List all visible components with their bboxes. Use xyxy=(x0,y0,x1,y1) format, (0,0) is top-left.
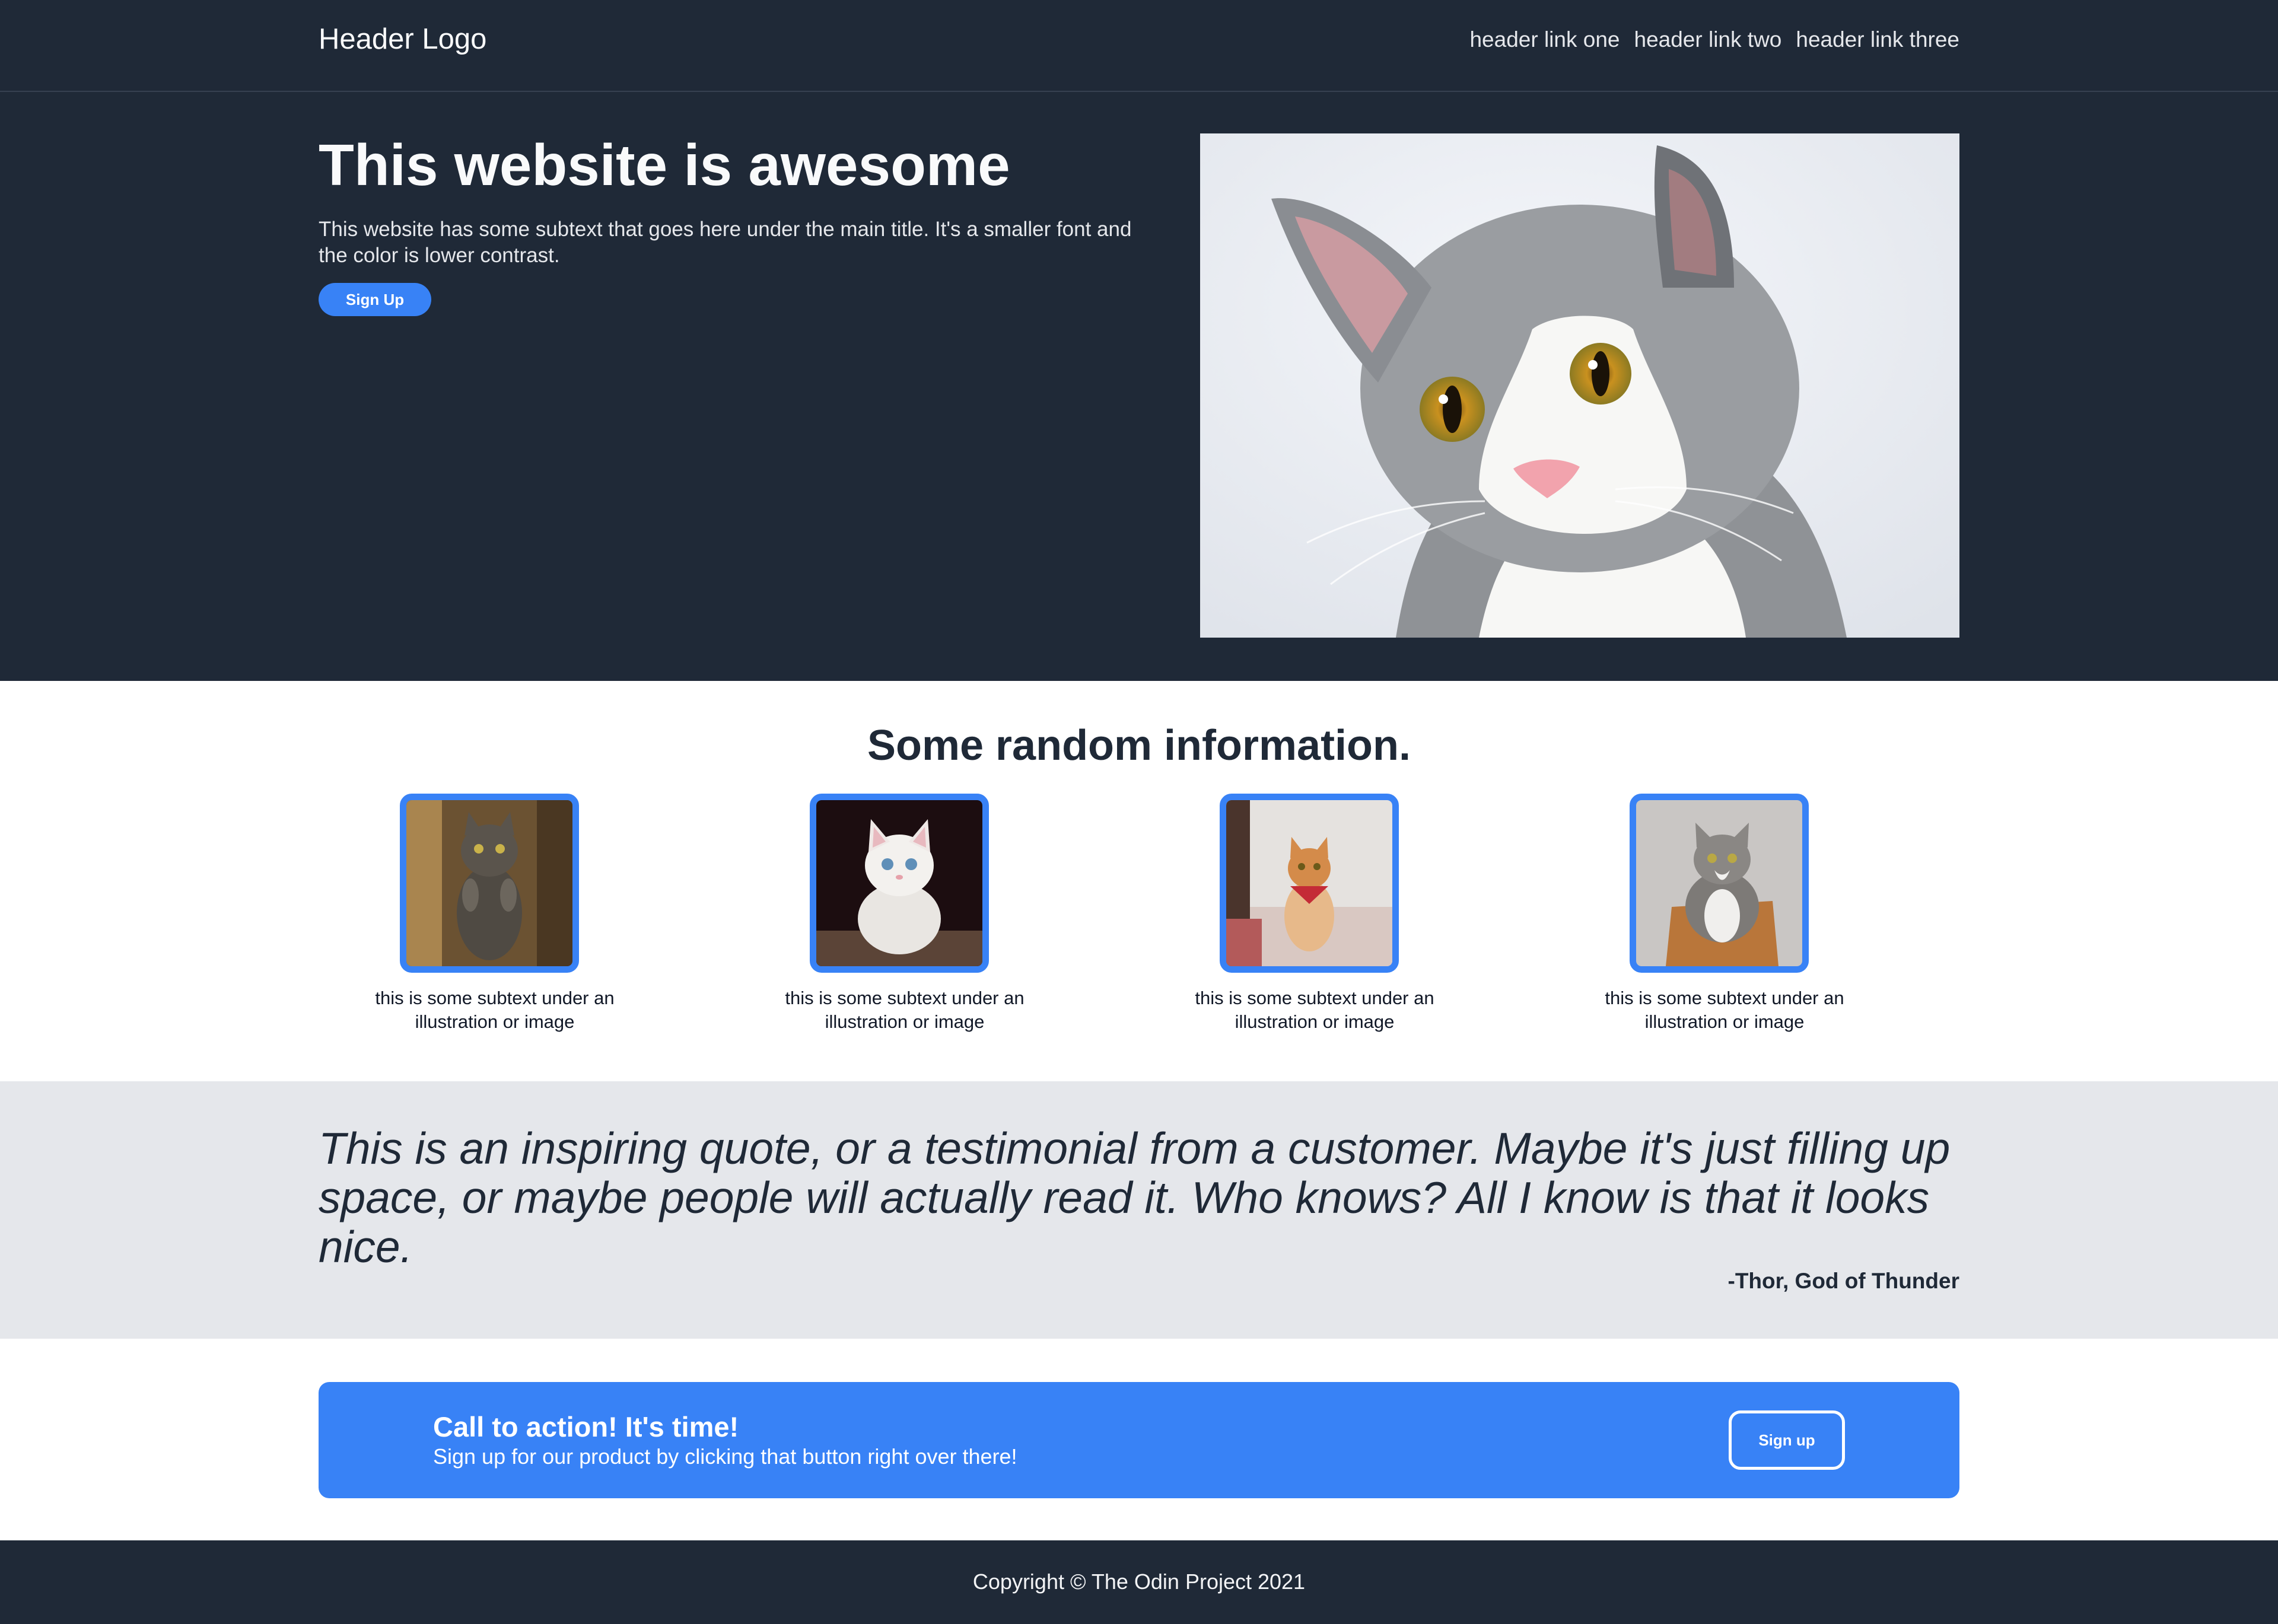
info-section: Some random information. this is some su… xyxy=(0,681,2278,1081)
ginger-cat-bandana-photo-icon xyxy=(1226,800,1392,966)
card-subtext: this is some subtext under an illustrati… xyxy=(1195,988,1434,1032)
header-link-one[interactable]: header link one xyxy=(1469,28,1620,50)
card-image xyxy=(810,794,989,973)
cta-sign-up-button[interactable]: Sign up xyxy=(1729,1410,1845,1470)
cta-box: Call to action! It's time! Sign up for o… xyxy=(319,1382,1959,1498)
quote-author: -Thor, God of Thunder xyxy=(1727,1269,1960,1293)
hero-title: This website is awesome xyxy=(319,132,1010,198)
card-image xyxy=(1630,794,1809,973)
cta-text: Sign up for our product by clicking that… xyxy=(433,1444,1017,1469)
hero-section: This website is awesome This website has… xyxy=(0,92,2278,681)
header-nav: header link one header link two header l… xyxy=(1469,28,1959,50)
quote-section: This is an inspiring quote, or a testimo… xyxy=(0,1081,2278,1339)
card-subtext: this is some subtext under an illustrati… xyxy=(785,988,1025,1032)
site-footer: Copyright © The Odin Project 2021 xyxy=(0,1540,2278,1624)
info-title: Some random information. xyxy=(867,722,1411,769)
hero-subtext: This website has some subtext that goes … xyxy=(319,218,1132,267)
cta-section: Call to action! It's time! Sign up for o… xyxy=(0,1339,2278,1540)
header-logo[interactable]: Header Logo xyxy=(319,25,486,54)
footer-copyright: Copyright © The Odin Project 2021 xyxy=(972,1569,1306,1594)
header-link-two[interactable]: header link two xyxy=(1634,28,1782,50)
cta-title: Call to action! It's time! xyxy=(433,1411,739,1443)
card-image xyxy=(1220,794,1399,973)
grey-cat-basket-photo-icon xyxy=(1636,800,1802,966)
hero-cat-image xyxy=(1200,133,1959,638)
header-link-three[interactable]: header link three xyxy=(1796,28,1959,50)
cat-photo-icon xyxy=(1200,133,1959,638)
white-kitten-photo-icon xyxy=(816,800,982,966)
card-image xyxy=(400,794,579,973)
sign-up-button[interactable]: Sign Up xyxy=(319,283,431,316)
quote-text: This is an inspiring quote, or a testimo… xyxy=(319,1123,1951,1272)
landing-page: Header Logo header link one header link … xyxy=(0,0,2278,1624)
card-subtext: this is some subtext under an illustrati… xyxy=(1605,988,1844,1032)
cat-standing-photo-icon xyxy=(406,800,572,966)
site-header: Header Logo header link one header link … xyxy=(0,0,2278,92)
card-subtext: this is some subtext under an illustrati… xyxy=(375,988,615,1032)
